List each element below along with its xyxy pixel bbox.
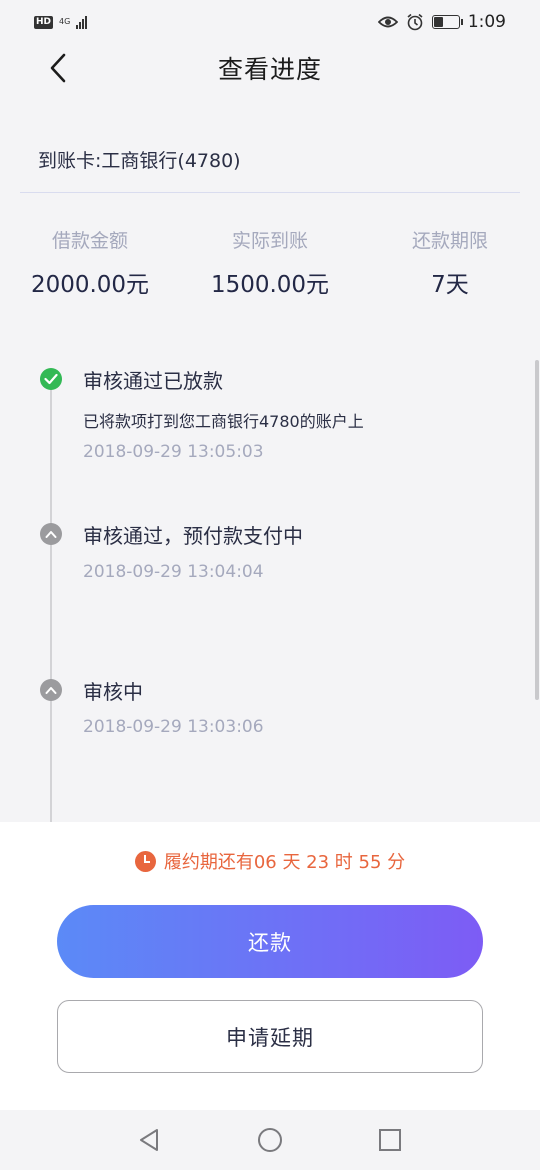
timeline-title: 审核通过已放款 bbox=[83, 369, 223, 393]
system-navbar bbox=[0, 1110, 540, 1170]
timeline-time: 2018-09-29 13:05:03 bbox=[83, 442, 264, 462]
hd-badge: HD bbox=[34, 15, 54, 29]
chevron-up-icon bbox=[40, 523, 62, 545]
triangle-back-icon[interactable] bbox=[136, 1127, 162, 1153]
stat-actual-received: 实际到账 1500.00元 bbox=[180, 226, 360, 299]
timeline-desc: 已将款项打到您工商银行4780的账户上 bbox=[83, 412, 364, 431]
stat-label: 借款金额 bbox=[51, 230, 128, 252]
status-left: HD 4G bbox=[34, 15, 88, 29]
receiving-card: 到账卡:工商银行(4780) bbox=[38, 150, 241, 172]
clock-icon bbox=[134, 850, 156, 872]
status-time: 1:09 bbox=[467, 12, 506, 32]
circle-home-icon[interactable] bbox=[257, 1127, 283, 1153]
stat-label: 实际到账 bbox=[231, 230, 308, 252]
timeline-time: 2018-09-29 13:04:04 bbox=[83, 562, 264, 582]
stat-label: 还款期限 bbox=[411, 230, 488, 252]
stat-loan-amount: 借款金额 2000.00元 bbox=[0, 226, 180, 299]
stat-value: 7天 bbox=[431, 272, 469, 298]
signal-icon bbox=[76, 15, 88, 29]
back-button[interactable] bbox=[40, 50, 76, 86]
app-header: 查看进度 bbox=[0, 44, 540, 92]
stat-repay-term: 还款期限 7天 bbox=[360, 226, 540, 299]
progress-timeline: 审核通过已放款 已将款项打到您工商银行4780的账户上 2018-09-29 1… bbox=[0, 360, 540, 822]
bottom-panel: 履约期还有06 天 23 时 55 分 还款 申请延期 bbox=[0, 822, 540, 1110]
battery-icon bbox=[431, 15, 463, 29]
status-bar: HD 4G 1:09 bbox=[0, 0, 540, 44]
timeline-line bbox=[50, 380, 52, 822]
timeline-title: 审核中 bbox=[83, 680, 143, 704]
repay-button[interactable]: 还款 bbox=[57, 905, 483, 978]
timeline-time: 2018-09-29 13:03:06 bbox=[83, 717, 264, 737]
divider bbox=[20, 192, 520, 193]
status-right: 1:09 bbox=[377, 12, 506, 32]
check-icon bbox=[40, 368, 62, 390]
countdown-text: 履约期还有06 天 23 时 55 分 bbox=[163, 852, 406, 873]
chevron-left-icon bbox=[50, 53, 66, 83]
loan-stats: 借款金额 2000.00元 实际到账 1500.00元 还款期限 7天 bbox=[0, 226, 540, 299]
stat-value: 2000.00元 bbox=[30, 272, 150, 298]
alarm-icon bbox=[407, 13, 423, 31]
network-type: 4G bbox=[59, 18, 70, 26]
page-title: 查看进度 bbox=[217, 55, 322, 84]
network-type-label: 4G bbox=[59, 17, 71, 26]
timeline-title: 审核通过，预付款支付中 bbox=[83, 524, 303, 548]
scrollbar[interactable] bbox=[535, 360, 539, 700]
chevron-up-icon bbox=[40, 679, 62, 701]
stat-value: 1500.00元 bbox=[210, 272, 330, 298]
apply-extension-button[interactable]: 申请延期 bbox=[57, 1000, 483, 1073]
eye-icon bbox=[377, 16, 398, 28]
square-recents-icon[interactable] bbox=[377, 1127, 403, 1153]
countdown-notice: 履约期还有06 天 23 时 55 分 bbox=[0, 848, 540, 874]
